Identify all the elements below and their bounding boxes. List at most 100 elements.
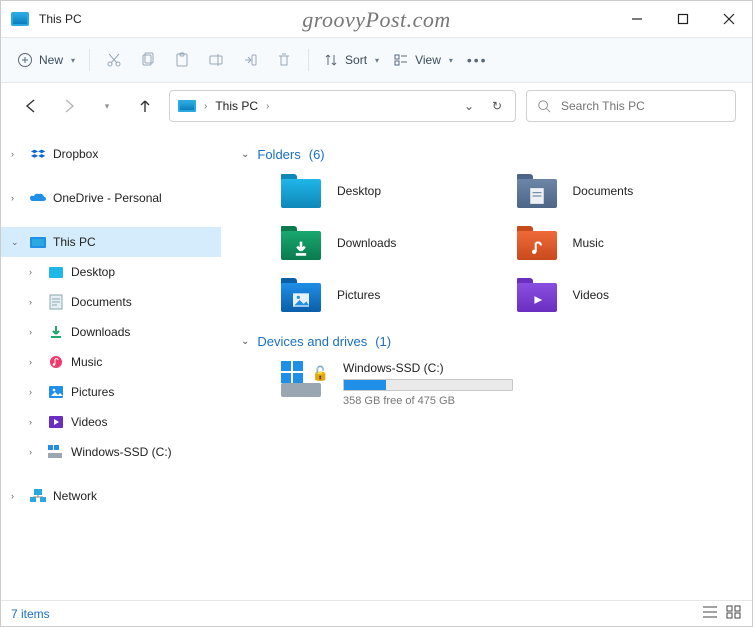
more-button[interactable]: ••• xyxy=(461,44,494,76)
sidebar-item-videos[interactable]: › Videos xyxy=(1,407,221,437)
thumbnails-view-button[interactable] xyxy=(726,605,742,622)
copy-icon xyxy=(140,52,156,68)
this-pc-icon xyxy=(29,233,47,251)
group-count: (1) xyxy=(375,334,391,349)
search-box[interactable] xyxy=(526,90,736,122)
folders-grid: Desktop Documents Downloads xyxy=(281,174,732,312)
folder-icon xyxy=(517,226,557,260)
back-button[interactable] xyxy=(17,92,45,120)
forward-button[interactable] xyxy=(55,92,83,120)
minimize-button[interactable] xyxy=(614,1,660,37)
drive-item-c[interactable]: 🔓 Windows-SSD (C:) 358 GB free of 475 GB xyxy=(281,361,732,407)
sidebar-item-dropbox[interactable]: › Dropbox xyxy=(1,139,221,169)
sidebar-label: Dropbox xyxy=(53,147,98,161)
details-view-button[interactable] xyxy=(702,605,718,622)
folder-label: Pictures xyxy=(337,288,380,302)
recent-button[interactable]: ▾ xyxy=(93,92,121,120)
expand-icon[interactable]: › xyxy=(29,267,41,277)
paste-icon xyxy=(174,52,190,68)
drive-usage-fill xyxy=(344,380,386,390)
sidebar-item-this-pc[interactable]: ⌄ This PC xyxy=(1,227,221,257)
maximize-button[interactable] xyxy=(660,1,706,37)
status-bar: 7 items xyxy=(1,600,752,626)
expand-icon[interactable]: › xyxy=(29,417,41,427)
expand-icon[interactable]: › xyxy=(11,149,23,159)
close-button[interactable] xyxy=(706,1,752,37)
group-header-drives[interactable]: ⌄ Devices and drives (1) xyxy=(241,334,732,349)
sidebar-item-drive-c[interactable]: › Windows-SSD (C:) xyxy=(1,437,221,467)
sidebar-item-music[interactable]: › Music xyxy=(1,347,221,377)
sidebar-item-desktop[interactable]: › Desktop xyxy=(1,257,221,287)
address-dropdown[interactable]: ⌄ xyxy=(459,99,479,113)
delete-button[interactable] xyxy=(268,44,300,76)
this-pc-icon xyxy=(11,12,29,26)
new-button[interactable]: New ▾ xyxy=(11,44,81,76)
expand-icon[interactable]: › xyxy=(29,297,41,307)
folder-item-downloads[interactable]: Downloads xyxy=(281,226,497,260)
folder-item-music[interactable]: Music xyxy=(517,226,733,260)
expand-icon[interactable]: › xyxy=(11,193,23,203)
window-title: This PC xyxy=(39,12,82,26)
sidebar-label: Desktop xyxy=(71,265,115,279)
sidebar-item-pictures[interactable]: › Pictures xyxy=(1,377,221,407)
sidebar-item-documents[interactable]: › Documents xyxy=(1,287,221,317)
drive-icon: 🔓 xyxy=(281,361,327,397)
sidebar-label: Pictures xyxy=(71,385,114,399)
cut-button[interactable] xyxy=(98,44,130,76)
paste-button[interactable] xyxy=(166,44,198,76)
group-label: Devices and drives xyxy=(257,334,367,349)
group-header-folders[interactable]: ⌄ Folders (6) xyxy=(241,147,732,162)
sort-label: Sort xyxy=(345,53,367,67)
folder-label: Downloads xyxy=(337,236,396,250)
folder-label: Documents xyxy=(573,184,634,198)
expand-icon[interactable]: › xyxy=(29,357,41,367)
drive-usage-bar xyxy=(343,379,513,391)
sidebar-item-onedrive[interactable]: › OneDrive - Personal xyxy=(1,183,221,213)
arrow-right-icon xyxy=(66,100,73,112)
documents-icon xyxy=(47,293,65,311)
sidebar-item-downloads[interactable]: › Downloads xyxy=(1,317,221,347)
folder-label: Videos xyxy=(573,288,609,302)
view-label: View xyxy=(415,53,441,67)
folder-icon xyxy=(517,174,557,208)
sort-button[interactable]: Sort ▾ xyxy=(317,44,385,76)
folder-item-pictures[interactable]: Pictures xyxy=(281,278,497,312)
folder-item-documents[interactable]: Documents xyxy=(517,174,733,208)
status-items: 7 items xyxy=(11,607,50,621)
address-bar[interactable]: › This PC › ⌄ ↻ xyxy=(169,90,516,122)
folder-item-desktop[interactable]: Desktop xyxy=(281,174,497,208)
breadcrumb-this-pc[interactable]: This PC xyxy=(215,99,258,113)
sidebar-item-network[interactable]: › Network xyxy=(1,481,221,511)
ellipsis-icon: ••• xyxy=(467,52,488,68)
videos-icon xyxy=(47,413,65,431)
expand-icon[interactable]: › xyxy=(29,327,41,337)
chevron-down-icon: ▾ xyxy=(71,56,75,65)
sort-icon xyxy=(323,52,339,68)
arrow-up-icon xyxy=(141,101,149,112)
downloads-icon xyxy=(47,323,65,341)
sidebar-label: Videos xyxy=(71,415,107,429)
this-pc-icon xyxy=(178,100,196,112)
content-pane: ⌄ Folders (6) Desktop Documents xyxy=(221,129,752,600)
view-button[interactable]: View ▾ xyxy=(387,44,459,76)
up-button[interactable] xyxy=(131,92,159,120)
collapse-icon[interactable]: ⌄ xyxy=(11,237,23,248)
expand-icon[interactable]: › xyxy=(29,447,41,457)
music-icon xyxy=(47,353,65,371)
rename-button[interactable] xyxy=(200,44,232,76)
copy-button[interactable] xyxy=(132,44,164,76)
sidebar-label: Music xyxy=(71,355,102,369)
chevron-down-icon: ▾ xyxy=(375,56,379,65)
folder-icon xyxy=(281,278,321,312)
share-button[interactable] xyxy=(234,44,266,76)
navigation-row: ▾ › This PC › ⌄ ↻ xyxy=(1,83,752,129)
expand-icon[interactable]: › xyxy=(29,387,41,397)
search-input[interactable] xyxy=(561,99,725,113)
refresh-button[interactable]: ↻ xyxy=(487,99,507,113)
navigation-pane: › Dropbox › OneDrive - Personal ⌄ This P… xyxy=(1,129,221,600)
folder-icon xyxy=(281,174,321,208)
search-icon xyxy=(537,99,551,113)
folder-item-videos[interactable]: Videos xyxy=(517,278,733,312)
expand-icon[interactable]: › xyxy=(11,491,23,501)
sidebar-label: Windows-SSD (C:) xyxy=(71,445,172,459)
